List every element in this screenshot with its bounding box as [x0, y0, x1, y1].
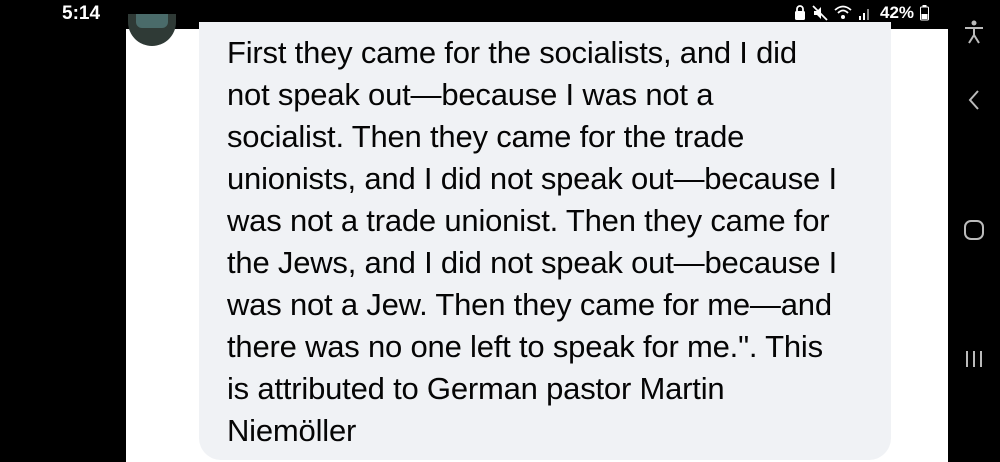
comment-line: unionists, and I did not speak out—becau… [227, 161, 837, 196]
navigation-bar [948, 0, 1000, 462]
accessibility-icon[interactable] [960, 18, 988, 46]
comment-line: not speak out—because I was not a [227, 77, 714, 112]
recents-icon[interactable] [960, 345, 988, 373]
comment-line: was not a trade unionist. Then they came… [227, 203, 830, 238]
status-time: 5:14 [62, 3, 101, 24]
comment-line: Niemöller [227, 413, 357, 448]
status-icons: 42% [794, 3, 930, 23]
home-icon[interactable] [960, 216, 988, 244]
comment-line: was not a Jew. Then they came for me—and [227, 287, 832, 322]
battery-percent: 42% [880, 3, 915, 22]
comment-line: First they came for the socialists, and … [227, 35, 797, 70]
avatar-image [136, 14, 168, 28]
comment-line: is attributed to German pastor Martin [227, 371, 725, 406]
mute-icon [812, 5, 828, 21]
battery-icon [920, 5, 930, 21]
lock-icon [794, 5, 806, 21]
comment-line: the Jews, and I did not speak out—becaus… [227, 245, 838, 280]
back-icon[interactable] [960, 86, 988, 114]
comment-line: there was no one left to speak for me.".… [227, 329, 823, 364]
comment-line: socialist. Then they came for the trade [227, 119, 745, 154]
signal-icon [858, 5, 872, 21]
comment-text: First they came for the socialists, and … [227, 32, 877, 452]
wifi-icon [834, 5, 852, 21]
